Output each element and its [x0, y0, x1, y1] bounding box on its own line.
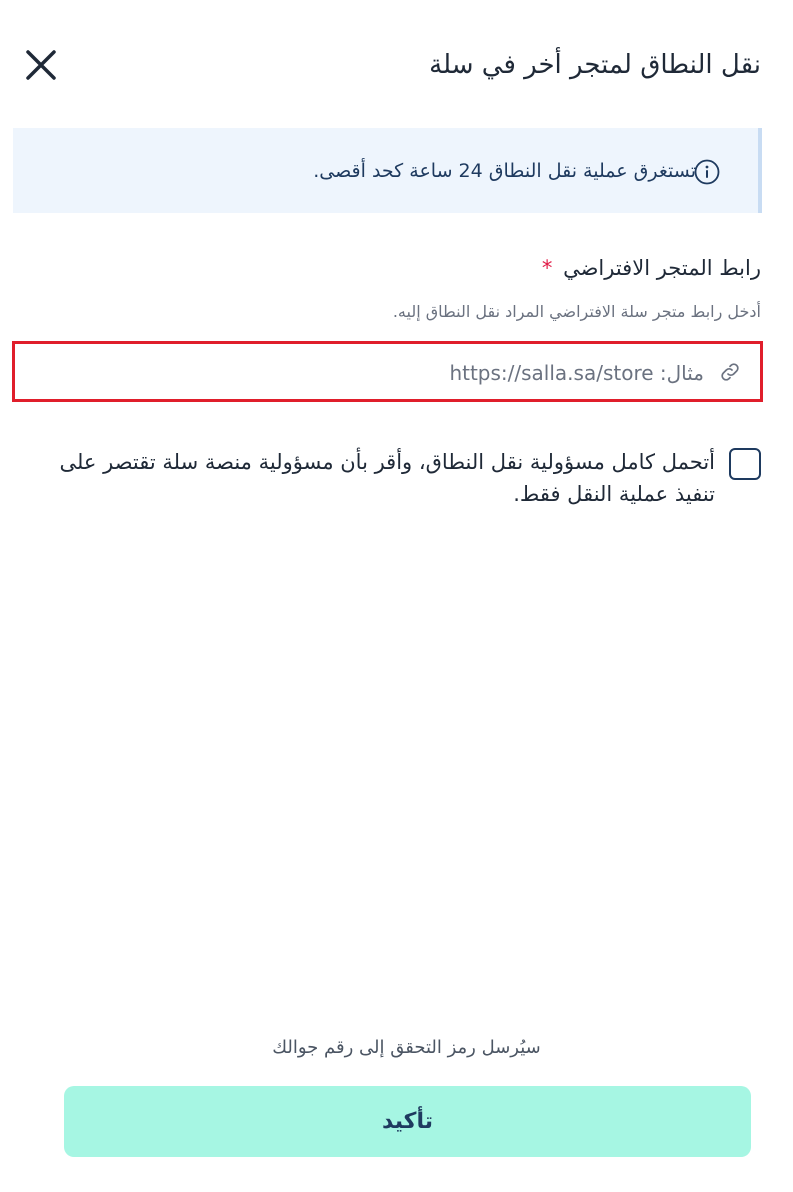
store-url-label: رابط المتجر الافتراضي * [542, 256, 761, 280]
info-banner: تستغرق عملية نقل النطاق 24 ساعة كحد أقصى… [13, 128, 762, 213]
store-url-hint: أدخل رابط متجر سلة الافتراضي المراد نقل … [392, 302, 761, 321]
required-mark: * [541, 256, 553, 280]
store-url-field[interactable] [12, 341, 763, 402]
info-text: تستغرق عملية نقل النطاق 24 ساعة كحد أقصى… [313, 159, 696, 182]
confirm-button-label: تأكيد [381, 1109, 433, 1134]
consent-text: أتحمل كامل مسؤولية نقل النطاق، وأقر بأن … [59, 450, 715, 506]
confirm-button[interactable]: تأكيد [64, 1086, 751, 1157]
page-title: نقل النطاق لمتجر أخر في سلة [429, 50, 761, 80]
consent-row: أتحمل كامل مسؤولية نقل النطاق، وأقر بأن … [41, 446, 761, 510]
store-url-input[interactable] [44, 356, 704, 390]
modal-header: نقل النطاق لمتجر أخر في سلة [0, 0, 793, 130]
otp-note: سيُرسل رمز التحقق إلى رقم جوالك [272, 1037, 541, 1058]
store-url-label-text: رابط المتجر الافتراضي [563, 256, 761, 280]
close-button[interactable] [22, 46, 60, 84]
info-icon [694, 159, 720, 185]
consent-checkbox[interactable] [729, 448, 761, 480]
close-icon [26, 50, 56, 80]
link-icon [718, 360, 742, 384]
